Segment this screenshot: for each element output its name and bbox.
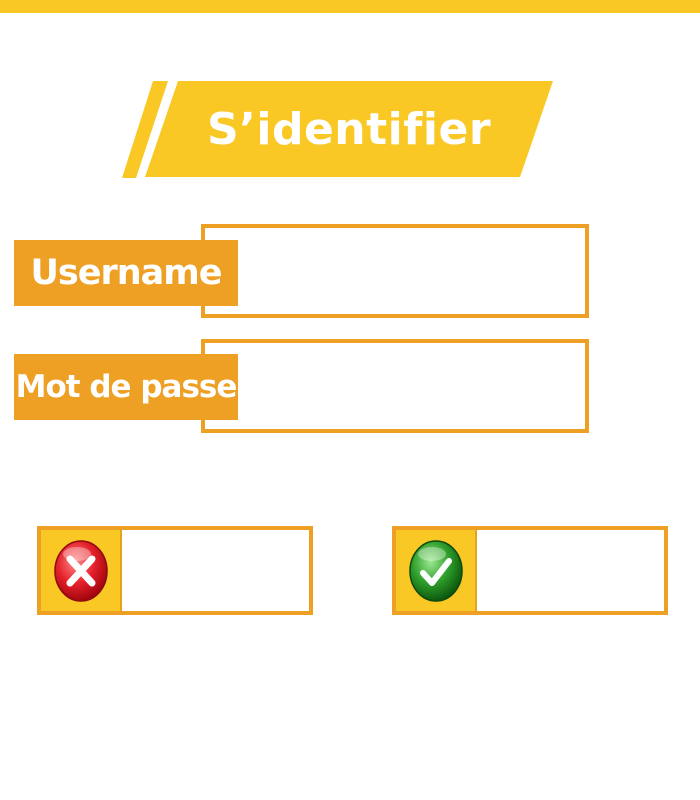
password-label: Mot de passe — [14, 354, 238, 420]
cancel-icon-cell — [41, 530, 122, 611]
username-input[interactable] — [245, 234, 579, 308]
cancel-button-label — [123, 530, 309, 611]
cancel-x-icon — [53, 539, 108, 602]
password-input[interactable] — [245, 349, 579, 423]
top-accent-bar — [0, 0, 700, 13]
confirm-button[interactable] — [392, 526, 668, 615]
login-page: S’identifier Username Mot de passe — [0, 0, 700, 800]
page-title: S’identifier — [206, 103, 492, 155]
username-label: Username — [14, 240, 238, 306]
username-field[interactable] — [201, 224, 589, 318]
password-field[interactable] — [201, 339, 589, 433]
confirm-button-label — [478, 530, 664, 611]
confirm-icon-cell — [396, 530, 477, 611]
cancel-button[interactable] — [37, 526, 313, 615]
confirm-check-icon — [408, 539, 463, 602]
